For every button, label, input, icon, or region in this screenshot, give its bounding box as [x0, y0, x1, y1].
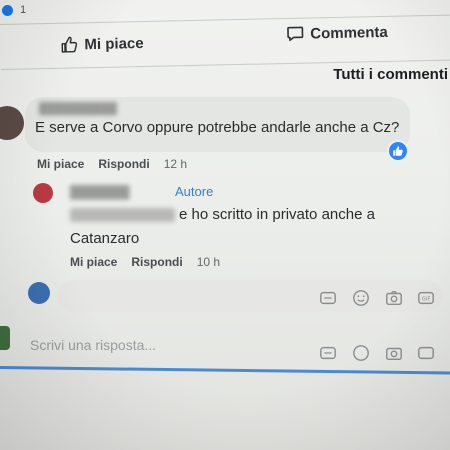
commenter-avatar[interactable] [0, 106, 24, 140]
like-button[interactable]: Mi piace [60, 34, 144, 54]
reply-text-block: e ho scritto in privato anche a Catanzar… [70, 203, 410, 251]
comment-text: E serve a Corvo oppure potrebbe andarle … [35, 119, 400, 136]
comment-button[interactable]: Commenta [286, 23, 388, 43]
comment-button-label: Commenta [310, 23, 388, 43]
facebook-comments-screen: 1 Mi piace Commenta Tutti i commenti ███… [0, 0, 450, 450]
camera-icon[interactable] [385, 344, 403, 362]
comment-bubble: ██████████ E serve a Corvo oppure potreb… [25, 97, 410, 152]
reaction-count: 1 [20, 4, 27, 16]
comment-meta: Mi piace Rispondi 12 h [37, 157, 187, 171]
reply-author-avatar[interactable] [33, 183, 53, 203]
comment-icon [287, 26, 304, 42]
like-reaction-icon [2, 5, 13, 16]
reply-meta: Mi piace Rispondi 10 h [70, 255, 220, 269]
post-actions: Mi piace Commenta [0, 14, 450, 70]
reply-reply-link[interactable]: Rispondi [131, 255, 182, 269]
like-button-label: Mi piace [84, 34, 144, 53]
emoji-icon[interactable] [352, 289, 370, 307]
sticker-icon[interactable]: GIF [417, 289, 435, 307]
sticker-icon[interactable] [417, 344, 435, 362]
reply-composer-placeholder[interactable]: Scrivi una risposta... [30, 337, 156, 353]
current-user-avatar[interactable] [28, 282, 50, 304]
camera-icon[interactable] [385, 289, 403, 307]
comment-like-link[interactable]: Mi piace [37, 157, 84, 171]
reply-like-link[interactable]: Mi piace [70, 255, 117, 269]
reply-author-redacted[interactable]: ███████ [70, 185, 166, 199]
reply-timestamp[interactable]: 10 h [197, 255, 220, 269]
reply-redacted-text [70, 208, 175, 223]
svg-text:GIF: GIF [422, 297, 431, 303]
comment-sort-dropdown[interactable]: Tutti i commenti [333, 66, 448, 83]
composer-avatar[interactable] [0, 326, 10, 350]
comment-author-redacted[interactable]: ██████████ [39, 103, 117, 115]
comment-like-badge[interactable] [387, 140, 409, 162]
comment-timestamp[interactable]: 12 h [164, 157, 187, 171]
author-badge: Autore [175, 184, 214, 199]
comment-reply-link[interactable]: Rispondi [98, 157, 149, 171]
gif-icon[interactable] [319, 344, 337, 362]
gif-icon[interactable] [319, 289, 337, 307]
emoji-icon[interactable] [352, 344, 370, 362]
focus-underline [0, 366, 450, 375]
thumbs-up-icon [393, 146, 403, 156]
thumbs-up-icon [61, 36, 78, 53]
